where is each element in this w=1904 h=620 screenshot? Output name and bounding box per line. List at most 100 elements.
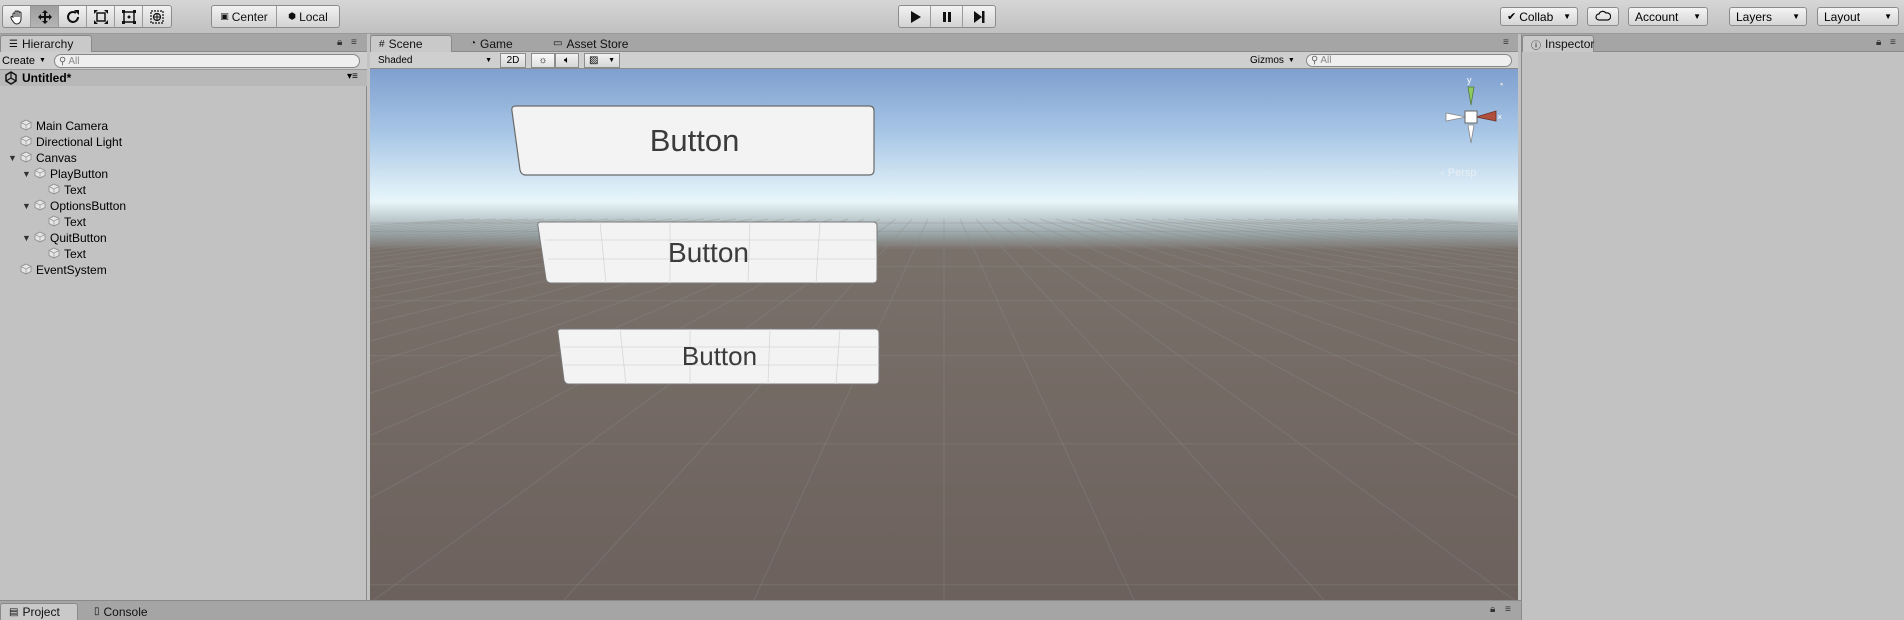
- hierarchy-item[interactable]: ▼ OptionsButton: [22, 198, 126, 214]
- gizmos-label: Gizmos: [1250, 55, 1284, 66]
- tab-hierarchy[interactable]: ☰ Hierarchy: [0, 35, 92, 52]
- pivot-local-button[interactable]: ⬢ Local: [277, 6, 339, 27]
- hierarchy-search-input[interactable]: ⚲ All: [54, 54, 360, 68]
- gameobject-cube-icon: [34, 231, 50, 246]
- options-button-text: Button: [668, 236, 749, 268]
- console-icon: ▯: [94, 606, 100, 617]
- pivot-center-button[interactable]: ▣ Center: [212, 6, 277, 27]
- quit-button-text: Button: [681, 341, 758, 371]
- scene-viewport[interactable]: Button Button Button × y ▪ < Persp: [370, 69, 1518, 600]
- hierarchy-tab-label: Hierarchy: [21, 37, 74, 51]
- unity-icon: [4, 71, 18, 88]
- rotate-icon[interactable]: [59, 6, 87, 27]
- playback-controls: [898, 5, 996, 28]
- persp-arrow-icon: <: [1440, 169, 1445, 178]
- tab-console[interactable]: ▯ Console: [86, 603, 158, 620]
- play-icon[interactable]: [899, 6, 931, 27]
- tab-inspector[interactable]: ⓘ Inspector: [1522, 35, 1594, 52]
- account-dropdown[interactable]: Account ▼: [1628, 7, 1708, 26]
- layers-dropdown[interactable]: Layers ▼: [1729, 7, 1807, 26]
- move-icon[interactable]: [31, 6, 59, 27]
- shading-mode-dropdown[interactable]: Shaded ▼: [374, 53, 496, 68]
- gizmo-lock-icon[interactable]: ▪: [1500, 79, 1503, 89]
- hierarchy-tabbar: ☰ Hierarchy 🔒︎ ≡: [0, 34, 367, 52]
- tab-game[interactable]: ◔ Game: [462, 35, 532, 52]
- cloud-button[interactable]: [1587, 7, 1619, 26]
- lock-icon[interactable]: 🔒︎: [337, 37, 342, 48]
- lighting-toggle[interactable]: ☼: [531, 53, 555, 68]
- chevron-down-icon: ▼: [1563, 12, 1571, 21]
- panel-menu-icon[interactable]: ≡: [1505, 604, 1511, 615]
- 2d-toggle[interactable]: 2D: [500, 53, 526, 68]
- hierarchy-item[interactable]: Directional Light: [8, 134, 122, 150]
- scene-search-input[interactable]: ⚲ All: [1306, 54, 1512, 67]
- hierarchy-item-label: EventSystem: [36, 263, 107, 277]
- tab-scene[interactable]: # Scene: [370, 35, 452, 52]
- inspector-tabbar: ⓘ Inspector 🔒︎ ≡: [1522, 34, 1904, 52]
- transform-icon[interactable]: [143, 6, 171, 27]
- pause-icon[interactable]: [931, 6, 963, 27]
- layout-label: Layout: [1824, 9, 1861, 24]
- scene-name: Untitled*: [22, 71, 72, 85]
- scene-menu-icon[interactable]: ▾≡: [347, 71, 358, 82]
- hierarchy-item-label: PlayButton: [50, 167, 109, 181]
- check-icon: ✔: [1507, 11, 1517, 23]
- pivot-toggles: ▣ Center ⬢ Local: [211, 5, 340, 28]
- gameobject-cube-icon: [34, 167, 50, 182]
- scene-tab-label: Scene: [388, 37, 423, 51]
- gameobject-cube-icon: [20, 151, 36, 166]
- scene-root-row[interactable]: Untitled* ▾≡: [0, 70, 367, 86]
- panel-menu-icon[interactable]: ≡: [1890, 37, 1896, 48]
- hierarchy-item-label: OptionsButton: [50, 199, 127, 213]
- hierarchy-item[interactable]: Text: [36, 214, 86, 230]
- chevron-down-icon: ▼: [1792, 12, 1800, 21]
- hierarchy-item-label: Text: [64, 247, 87, 261]
- hierarchy-item[interactable]: Text: [36, 182, 86, 198]
- hierarchy-item-label: Main Camera: [36, 119, 109, 133]
- foldout-arrow-icon[interactable]: ▼: [22, 233, 32, 243]
- create-dropdown[interactable]: Create ▼: [0, 53, 46, 68]
- hierarchy-item[interactable]: Main Camera: [8, 118, 108, 134]
- gizmo-y-label: y: [1467, 75, 1472, 85]
- account-label: Account: [1635, 9, 1679, 24]
- collab-dropdown[interactable]: ✔ Collab ▼: [1500, 7, 1578, 26]
- play-button-text: Button: [649, 122, 740, 158]
- pivot-local-label: Local: [299, 9, 328, 24]
- hierarchy-item[interactable]: ▼ QuitButton: [22, 230, 107, 246]
- hierarchy-item[interactable]: ▼ Canvas: [8, 150, 77, 166]
- panel-menu-icon[interactable]: ≡: [351, 37, 357, 48]
- tab-asset-store[interactable]: ▭ Asset Store: [545, 35, 645, 52]
- rect-icon[interactable]: [115, 6, 143, 27]
- hierarchy-panel: ☰ Hierarchy 🔒︎ ≡ Create ▼ ⚲ All Untitled…: [0, 34, 367, 600]
- folder-icon: ▤: [9, 606, 19, 618]
- gizmos-dropdown[interactable]: Gizmos ▼: [1246, 53, 1300, 68]
- store-icon: ▭: [553, 38, 563, 49]
- hierarchy-item[interactable]: EventSystem: [8, 262, 107, 278]
- lock-icon[interactable]: 🔒︎: [1490, 604, 1495, 615]
- speaker-icon: 🔈︎: [564, 55, 570, 66]
- sun-icon: ☼: [538, 55, 548, 66]
- step-icon[interactable]: [963, 6, 995, 27]
- foldout-arrow-icon[interactable]: ▼: [22, 201, 32, 211]
- pivot-center-label: Center: [231, 9, 268, 24]
- hierarchy-item[interactable]: ▼ PlayButton: [22, 166, 108, 182]
- gameobject-cube-icon: [20, 263, 36, 278]
- gameobject-cube-icon: [48, 215, 64, 230]
- persp-label[interactable]: < Persp: [1440, 167, 1476, 179]
- effects-dropdown[interactable]: ▨ ▼: [584, 53, 620, 68]
- scale-icon[interactable]: [87, 6, 115, 27]
- hierarchy-item-label: QuitButton: [50, 231, 107, 245]
- layout-dropdown[interactable]: Layout ▼: [1817, 7, 1899, 26]
- hand-icon[interactable]: [3, 6, 31, 27]
- list-icon: ☰: [9, 38, 18, 50]
- chevron-down-icon: ▼: [1693, 12, 1701, 21]
- panel-menu-icon[interactable]: ≡: [1503, 37, 1509, 48]
- scene-gizmo[interactable]: × y ▪: [1430, 75, 1510, 167]
- audio-toggle[interactable]: 🔈︎: [555, 53, 579, 68]
- foldout-arrow-icon[interactable]: ▼: [8, 153, 18, 163]
- inspector-tab-label: Inspector: [1545, 37, 1595, 51]
- hierarchy-item[interactable]: Text: [36, 246, 86, 262]
- foldout-arrow-icon[interactable]: ▼: [22, 169, 32, 179]
- tab-project[interactable]: ▤ Project: [0, 603, 78, 620]
- lock-icon[interactable]: 🔒︎: [1876, 37, 1881, 48]
